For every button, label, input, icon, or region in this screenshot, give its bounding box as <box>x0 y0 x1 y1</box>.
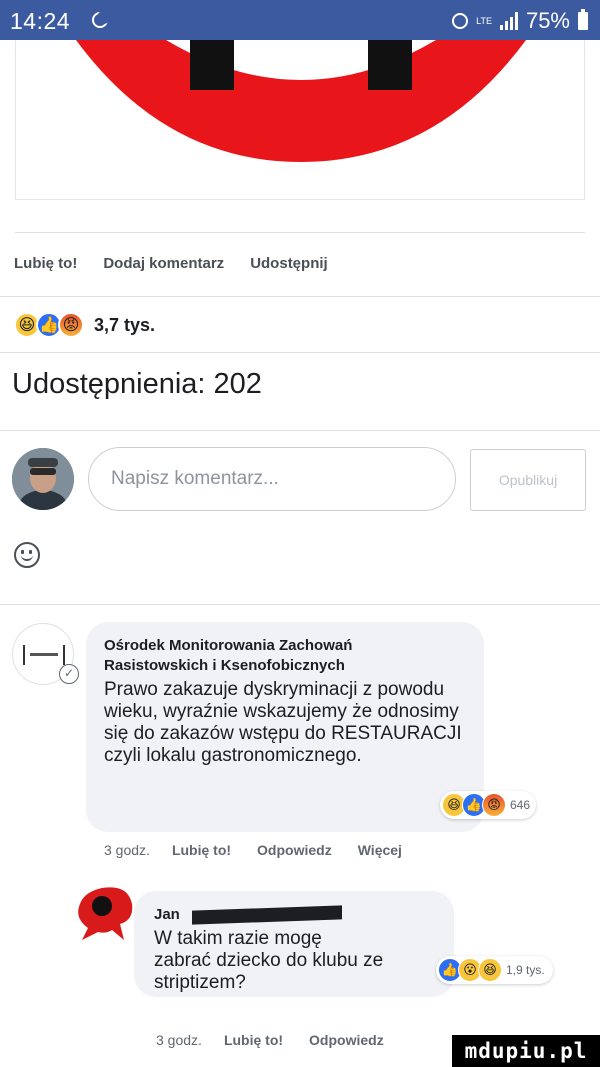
reactions-summary[interactable]: 😆 👍 😡 3,7 tys. <box>14 312 155 338</box>
battery-percent: 75% <box>525 8 570 33</box>
post-image[interactable] <box>15 40 585 200</box>
comment-like-button[interactable]: Lubię to! <box>172 842 231 858</box>
smiley-icon[interactable] <box>14 542 40 568</box>
comment-author[interactable]: Jan <box>154 905 180 925</box>
comment-time: 3 godz. <box>104 842 150 858</box>
status-time: 14:24 <box>10 8 71 34</box>
redaction-mark <box>191 905 342 925</box>
comment-reactions[interactable]: 😆 👍 😡 646 <box>440 791 537 819</box>
network-type: LTE <box>476 15 492 26</box>
share-button[interactable]: Udostępnij <box>250 255 328 272</box>
comment-bubble: Jan W takim razie mogę zabrać dziecko do… <box>134 891 454 997</box>
comment-more-button[interactable]: Więcej <box>358 842 402 858</box>
shares-count[interactable]: Udostępnienia: 202 <box>12 368 262 401</box>
comment-text: Prawo zakazuje dyskryminacji z powodu wi… <box>104 679 462 766</box>
comment-reactions[interactable]: 👍 😮 😆 1,9 tys. <box>436 956 553 984</box>
comment-time: 3 godz. <box>156 1032 202 1048</box>
stop-sign-graphic <box>76 40 526 162</box>
divider <box>0 604 600 605</box>
signal-icon <box>499 12 518 30</box>
verified-icon: ✓ <box>59 664 79 684</box>
comment-reaction-count: 1,9 tys. <box>506 963 545 977</box>
comment-bubble: Ośrodek Monitorowania Zachowań Rasistows… <box>86 622 484 832</box>
battery-icon <box>578 9 588 30</box>
comment-reply-button[interactable]: Odpowiedz <box>257 842 332 858</box>
comment-input[interactable]: Napisz komentarz... <box>88 447 456 511</box>
comment-like-button[interactable]: Lubię to! <box>224 1032 283 1048</box>
comment-author-row: Jan <box>154 905 454 925</box>
status-bar: 14:24 LTE 75% <box>0 0 600 40</box>
comment-button[interactable]: Dodaj komentarz <box>103 255 224 272</box>
reaction-count: 3,7 tys. <box>94 314 156 335</box>
post-actions: Lubię to! Dodaj komentarz Udostępnij <box>14 255 354 272</box>
comment-meta: 3 godz. Lubię to! Odpowiedz Więcej <box>104 842 428 858</box>
divider <box>0 430 600 431</box>
like-button[interactable]: Lubię to! <box>14 255 77 272</box>
haha-emoji-icon: 😆 <box>478 958 502 982</box>
avatar[interactable]: ✓ <box>12 623 79 685</box>
comment-reaction-count: 646 <box>510 798 531 812</box>
alarm-icon <box>452 13 469 29</box>
avatar[interactable] <box>72 884 136 942</box>
divider <box>15 232 585 233</box>
angry-emoji-icon: 😡 <box>58 312 84 338</box>
divider <box>0 352 600 353</box>
watermark: mdupiu.pl <box>452 1035 600 1067</box>
divider <box>0 296 600 297</box>
publish-button[interactable]: Opublikuj <box>470 449 586 511</box>
comment-reply-button[interactable]: Odpowiedz <box>309 1032 384 1048</box>
comment-meta: 3 godz. Lubię to! Odpowiedz <box>156 1032 410 1048</box>
status-icons: LTE 75% <box>452 8 588 34</box>
comment-author[interactable]: Ośrodek Monitorowania Zachowań Rasistows… <box>104 636 444 676</box>
angry-emoji-icon: 😡 <box>482 793 506 817</box>
moon-icon <box>92 11 110 28</box>
comment-text: W takim razie mogę zabrać dziecko do klu… <box>154 928 384 993</box>
page-logo-icon <box>23 645 65 665</box>
avatar <box>12 448 74 510</box>
